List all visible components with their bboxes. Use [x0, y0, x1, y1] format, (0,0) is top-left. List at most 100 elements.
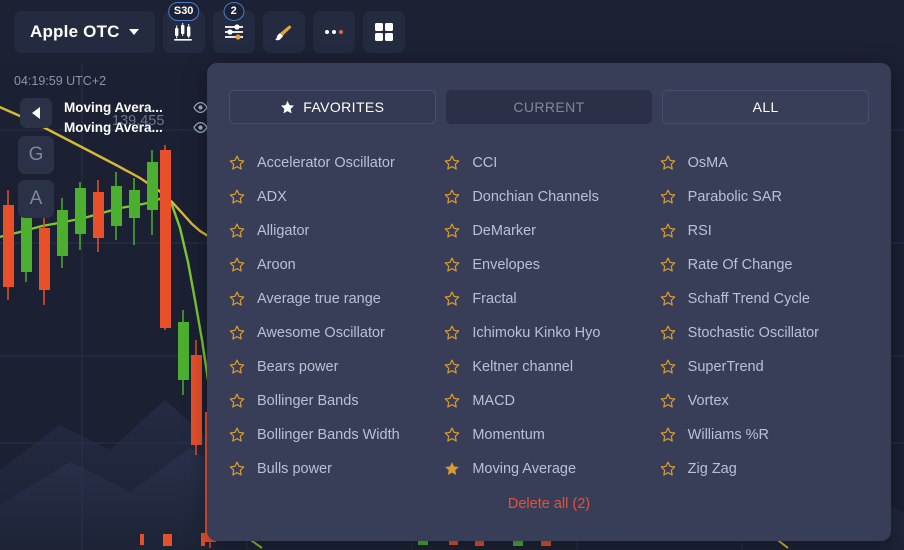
indicator-column: OsMA Parabolic SAR RSI Rate Of Change Sc…	[660, 146, 869, 486]
list-item[interactable]: Keltner channel	[444, 350, 653, 384]
chevron-left-icon	[32, 107, 40, 119]
candles-chart-type-button[interactable]: S30	[162, 2, 205, 53]
star-toggle-icon[interactable]	[444, 155, 460, 171]
star-toggle-icon[interactable]	[229, 257, 245, 273]
star-toggle-icon[interactable]	[229, 359, 245, 375]
indicator-label: DeMarker	[472, 223, 536, 239]
more-options-button[interactable]	[312, 11, 355, 53]
star-toggle-icon[interactable]	[229, 155, 245, 171]
star-toggle-icon[interactable]	[444, 291, 460, 307]
list-item[interactable]: Momentum	[444, 418, 653, 452]
tab-favorites[interactable]: FAVORITES	[229, 90, 436, 124]
star-toggle-icon[interactable]	[444, 393, 460, 409]
grid-toggle-button[interactable]: G	[18, 136, 54, 174]
indicator-label: Donchian Channels	[472, 189, 599, 205]
tab-all[interactable]: ALL	[662, 90, 870, 124]
star-toggle-icon[interactable]	[229, 291, 245, 307]
list-item[interactable]: RSI	[660, 214, 869, 248]
star-toggle-icon[interactable]	[444, 325, 460, 341]
list-item[interactable]: Donchian Channels	[444, 180, 653, 214]
chart-indicator-legend: Moving Avera... Moving Avera...	[64, 100, 208, 135]
list-item[interactable]: OsMA	[660, 146, 869, 180]
star-toggle-icon[interactable]	[660, 189, 676, 205]
star-toggle-icon[interactable]	[444, 189, 460, 205]
indicator-label: Awesome Oscillator	[257, 325, 385, 341]
indicator-column: Accelerator Oscillator ADX Alligator Aro…	[229, 146, 438, 486]
indicator-label: OsMA	[687, 155, 728, 171]
star-toggle-icon[interactable]	[660, 257, 676, 273]
eye-icon[interactable]	[193, 102, 208, 113]
grid-four-icon	[374, 23, 393, 41]
indicator-label: Bollinger Bands	[257, 393, 359, 409]
star-toggle-icon[interactable]	[660, 393, 676, 409]
eye-icon[interactable]	[193, 122, 208, 133]
collapse-panel-button[interactable]	[20, 98, 52, 128]
list-item[interactable]: Awesome Oscillator	[229, 316, 438, 350]
asset-name-label: Apple OTC	[30, 22, 120, 41]
list-item[interactable]: Rate Of Change	[660, 248, 869, 282]
list-item[interactable]: Accelerator Oscillator	[229, 146, 438, 180]
drawing-tools-button[interactable]	[262, 11, 305, 53]
star-toggle-icon[interactable]	[229, 393, 245, 409]
legend-item[interactable]: Moving Avera...	[64, 120, 208, 135]
list-item[interactable]: Aroon	[229, 248, 438, 282]
list-item[interactable]: Envelopes	[444, 248, 653, 282]
star-toggle-icon[interactable]	[444, 427, 460, 443]
list-item[interactable]: Moving Average	[444, 452, 653, 486]
star-toggle-icon[interactable]	[229, 325, 245, 341]
star-toggle-icon[interactable]	[444, 461, 460, 477]
star-toggle-icon[interactable]	[660, 427, 676, 443]
star-toggle-icon[interactable]	[660, 291, 676, 307]
list-item[interactable]: Bollinger Bands	[229, 384, 438, 418]
star-toggle-icon[interactable]	[229, 427, 245, 443]
legend-item[interactable]: Moving Avera...	[64, 100, 208, 115]
star-toggle-icon[interactable]	[444, 359, 460, 375]
indicators-button[interactable]: 2	[212, 2, 255, 53]
autoscale-toggle-label: A	[29, 188, 43, 209]
trading-app-window: 04:19:59 UTC+2 139.455 G A Moving Avera.…	[0, 0, 904, 550]
list-item[interactable]: Zig Zag	[660, 452, 869, 486]
panel-tabs: FAVORITES CURRENT ALL	[207, 63, 891, 124]
star-toggle-icon[interactable]	[660, 359, 676, 375]
tab-current[interactable]: CURRENT	[445, 90, 653, 124]
star-toggle-icon[interactable]	[660, 461, 676, 477]
chart-timestamp: 04:19:59 UTC+2	[14, 74, 107, 88]
indicator-label: Moving Average	[472, 461, 577, 477]
list-item[interactable]: Williams %R	[660, 418, 869, 452]
list-item[interactable]: Parabolic SAR	[660, 180, 869, 214]
list-item[interactable]: Fractal	[444, 282, 653, 316]
indicator-label: Ichimoku Kinko Hyo	[472, 325, 601, 341]
star-toggle-icon[interactable]	[660, 223, 676, 239]
layout-grid-button[interactable]	[362, 11, 405, 53]
list-item[interactable]: Bollinger Bands Width	[229, 418, 438, 452]
star-toggle-icon[interactable]	[660, 325, 676, 341]
top-toolbar: Apple OTC S30 2	[0, 0, 904, 64]
list-item[interactable]: Vortex	[660, 384, 869, 418]
star-toggle-icon[interactable]	[229, 223, 245, 239]
list-item[interactable]: SuperTrend	[660, 350, 869, 384]
indicator-label: Parabolic SAR	[687, 189, 782, 205]
list-item[interactable]: Schaff Trend Cycle	[660, 282, 869, 316]
list-item[interactable]: CCI	[444, 146, 653, 180]
list-item[interactable]: DeMarker	[444, 214, 653, 248]
chevron-down-icon	[128, 29, 139, 35]
star-toggle-icon[interactable]	[660, 155, 676, 171]
list-item[interactable]: Ichimoku Kinko Hyo	[444, 316, 653, 350]
indicator-label: Vortex	[687, 393, 729, 409]
indicators-panel: FAVORITES CURRENT ALL Accelerator Oscill…	[207, 63, 891, 541]
list-item[interactable]: Bears power	[229, 350, 438, 384]
list-item[interactable]: ADX	[229, 180, 438, 214]
list-item[interactable]: MACD	[444, 384, 653, 418]
indicator-list: Accelerator Oscillator ADX Alligator Aro…	[207, 124, 891, 486]
list-item[interactable]: Alligator	[229, 214, 438, 248]
star-toggle-icon[interactable]	[444, 257, 460, 273]
star-toggle-icon[interactable]	[229, 189, 245, 205]
star-toggle-icon[interactable]	[229, 461, 245, 477]
star-toggle-icon[interactable]	[444, 223, 460, 239]
list-item[interactable]: Average true range	[229, 282, 438, 316]
list-item[interactable]: Stochastic Oscillator	[660, 316, 869, 350]
asset-selector-button[interactable]: Apple OTC	[14, 11, 155, 53]
list-item[interactable]: Bulls power	[229, 452, 438, 486]
delete-all-button[interactable]: Delete all (2)	[207, 496, 891, 512]
autoscale-toggle-button[interactable]: A	[18, 180, 54, 218]
